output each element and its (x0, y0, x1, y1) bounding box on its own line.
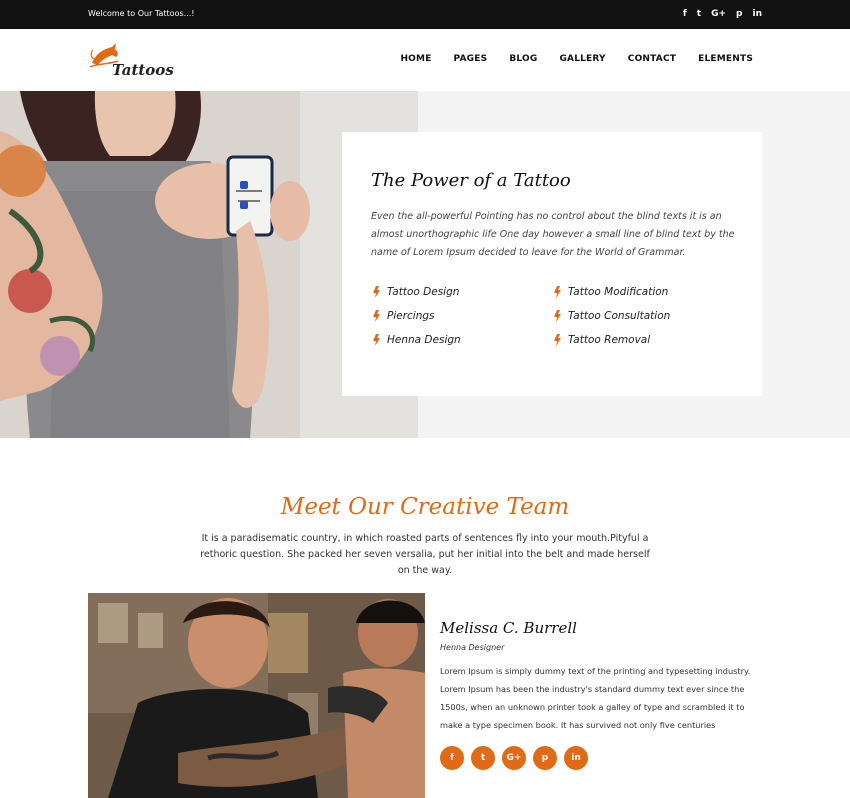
welcome-text: Welcome to Our Tattoos...! (88, 9, 195, 18)
service-item[interactable]: Tattoo Modification (552, 284, 733, 299)
lightning-icon (373, 333, 380, 346)
hero-info-card: The Power of a Tattoo Even the all-power… (342, 132, 762, 396)
member-name: Melissa C. Burrell (440, 619, 577, 637)
main-nav: HOME PAGES BLOG GALLERY CONTACT ELEMENTS (400, 54, 753, 64)
member-bio: Lorem Ipsum is simply dummy text of the … (440, 666, 751, 730)
top-bar: Welcome to Our Tattoos...! f t G+ p in (0, 0, 850, 29)
hero-title: The Power of a Tattoo (371, 170, 571, 191)
service-item[interactable]: Tattoo Removal (552, 332, 733, 347)
lightning-icon (373, 309, 380, 322)
top-social-links: f t G+ p in (683, 8, 762, 20)
twitter-icon[interactable]: t (697, 8, 701, 20)
nav-gallery[interactable]: GALLERY (559, 54, 605, 64)
member-social-links: f t G+ p in (440, 746, 588, 770)
linkedin-icon[interactable]: in (753, 8, 763, 20)
nav-contact[interactable]: CONTACT (628, 54, 676, 64)
service-item[interactable]: Tattoo Consultation (552, 308, 733, 323)
member-role: Henna Designer (440, 643, 505, 652)
nav-blog[interactable]: BLOG (509, 54, 537, 64)
lightning-icon (373, 285, 380, 298)
nav-pages[interactable]: PAGES (454, 54, 488, 64)
site-header: Tattoos HOME PAGES BLOG GALLERY CONTACT … (0, 29, 850, 91)
twitter-icon[interactable]: t (471, 746, 495, 770)
linkedin-icon[interactable]: in (564, 746, 588, 770)
service-item[interactable]: Henna Design (371, 332, 552, 347)
team-section-title: Meet Our Creative Team (280, 494, 570, 520)
facebook-icon[interactable]: f (440, 746, 464, 770)
logo-text: Tattoos (112, 61, 174, 79)
service-item[interactable]: Tattoo Design (371, 284, 552, 299)
service-label: Henna Design (387, 333, 461, 346)
services-list: Tattoo Design Tattoo Modification Pierci… (371, 284, 741, 347)
hero-section: The Power of a Tattoo Even the all-power… (0, 91, 850, 438)
facebook-icon[interactable]: f (683, 8, 687, 20)
service-label: Tattoo Consultation (568, 309, 671, 322)
service-label: Piercings (387, 309, 435, 322)
service-label: Tattoo Modification (568, 285, 669, 298)
lightning-icon (554, 285, 561, 298)
lightning-icon (554, 309, 561, 322)
google-plus-icon[interactable]: G+ (502, 746, 526, 770)
google-plus-icon[interactable]: G+ (711, 8, 726, 20)
service-item[interactable]: Piercings (371, 308, 552, 323)
team-member-info: Melissa C. Burrell Henna Designer Lorem … (440, 619, 760, 734)
pinterest-icon[interactable]: p (533, 746, 557, 770)
team-section-intro: It is a paradisematic country, in which … (200, 533, 650, 576)
nav-elements[interactable]: ELEMENTS (698, 54, 753, 64)
lightning-icon (554, 333, 561, 346)
pinterest-icon[interactable]: p (736, 8, 742, 20)
tattoo-artist-illustration (88, 593, 425, 798)
service-label: Tattoo Design (387, 285, 460, 298)
hero-description: Even the all-powerful Pointing has no co… (371, 211, 735, 258)
site-logo[interactable]: Tattoos (88, 41, 178, 81)
team-member-photo (88, 593, 425, 798)
nav-home[interactable]: HOME (400, 54, 431, 64)
service-label: Tattoo Removal (568, 333, 651, 346)
